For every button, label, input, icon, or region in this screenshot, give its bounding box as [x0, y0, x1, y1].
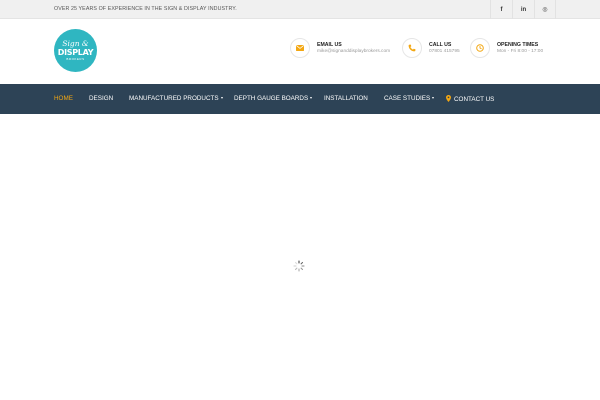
instagram-icon: ◎	[542, 7, 548, 13]
envelope-icon	[290, 38, 310, 58]
top-bar: OVER 25 YEARS OF EXPERIENCE IN THE SIGN …	[0, 0, 600, 19]
logo-line-2: DISPLAY	[57, 48, 94, 57]
logo-line-3: BROKERS	[66, 57, 85, 61]
nav-item-design[interactable]: DESIGN	[89, 95, 113, 102]
chevron-down-icon	[310, 97, 313, 100]
nav-item-manufactured-products[interactable]: MANUFACTURED PRODUCTS	[129, 95, 223, 102]
main-navigation: HOME DESIGN MANUFACTURED PRODUCTS DEPTH …	[0, 84, 600, 114]
site-logo[interactable]: Sign & DISPLAY BROKERS	[54, 29, 97, 72]
loading-spinner-icon	[293, 260, 305, 272]
nav-label: MANUFACTURED PRODUCTS	[129, 95, 219, 102]
nav-label: CONTACT US	[454, 96, 495, 103]
clock-icon	[470, 38, 490, 58]
nav-item-contact-us[interactable]: CONTACT US	[446, 95, 494, 103]
email-title: EMAIL US	[317, 42, 342, 48]
facebook-link[interactable]: f	[490, 0, 512, 19]
email-value: mike@signanddisplaybrokers.com	[317, 49, 391, 54]
chevron-down-icon	[432, 97, 435, 100]
nav-item-case-studies[interactable]: CASE STUDIES	[384, 95, 435, 102]
nav-label: DEPTH GAUGE BOARDS	[234, 95, 309, 102]
call-title: CALL US	[429, 42, 452, 48]
nav-item-home[interactable]: HOME	[54, 95, 73, 102]
page-content	[0, 114, 600, 400]
hours-title: OPENING TIMES	[497, 42, 539, 48]
nav-item-installation[interactable]: INSTALLATION	[324, 95, 368, 102]
phone-icon	[402, 38, 422, 58]
call-value: 07801 415795	[429, 49, 460, 54]
instagram-link[interactable]: ◎	[534, 0, 556, 19]
tagline: OVER 25 YEARS OF EXPERIENCE IN THE SIGN …	[54, 6, 237, 12]
nav-item-depth-gauge-boards[interactable]: DEPTH GAUGE BOARDS	[234, 95, 313, 102]
facebook-icon: f	[500, 6, 503, 13]
site-header: Sign & DISPLAY BROKERS EMAIL US mike@sig…	[0, 19, 600, 84]
logo-line-1: Sign &	[62, 39, 89, 48]
linkedin-link[interactable]: in	[512, 0, 534, 19]
chevron-down-icon	[220, 97, 223, 100]
map-marker-icon	[446, 95, 451, 102]
linkedin-icon: in	[520, 6, 527, 13]
hours-value: Mon - Fri 8:00 - 17:00	[497, 49, 544, 54]
nav-label: CASE STUDIES	[384, 95, 431, 102]
